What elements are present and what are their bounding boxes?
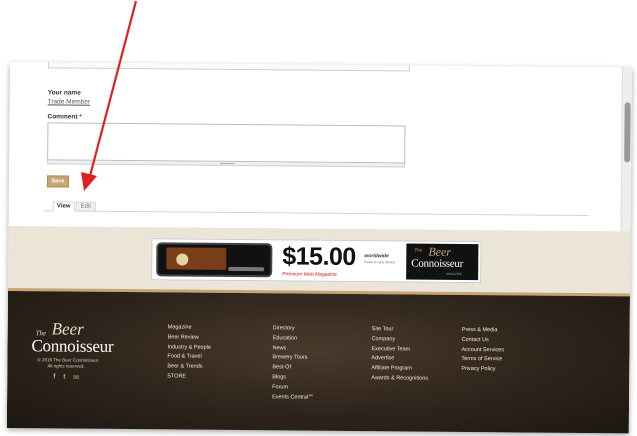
- footer-link[interactable]: Blogs: [272, 373, 314, 383]
- footer-column-press: Press & Media Contact Us Account Service…: [461, 326, 504, 375]
- footer-link[interactable]: Company: [372, 335, 429, 345]
- footer-link[interactable]: Terms of Service: [461, 355, 504, 365]
- footer-link[interactable]: Best-Of: [272, 363, 314, 373]
- ad-logo-magazine: MAGAZINE: [446, 271, 462, 276]
- tab-edit[interactable]: Edit: [75, 201, 96, 212]
- copyright-line-2: All rights reserved.: [47, 363, 85, 369]
- comment-textarea[interactable]: [47, 122, 406, 164]
- footer-link[interactable]: Education: [273, 334, 315, 344]
- footer-link[interactable]: Affiliate Program: [371, 364, 428, 374]
- footer-column-magazine: Magazine Beer Review Industry & People F…: [167, 323, 211, 382]
- footer-link[interactable]: Awards & Recognitions: [371, 374, 428, 384]
- tablet-control-bar: [228, 266, 265, 272]
- ad-tagline: Premium Web Magazine: [282, 271, 337, 278]
- footer-column-company: Site Tour Company Executive Team Adverti…: [371, 325, 428, 384]
- ad-logo: The Beer Connoisseur MAGAZINE: [406, 243, 479, 281]
- ad-logo-connoisseur: Connoisseur: [411, 257, 464, 270]
- save-button[interactable]: Save: [46, 175, 70, 188]
- comment-label-text: Comment: [47, 113, 78, 121]
- social-links: f t ✉: [53, 373, 103, 383]
- footer-logo-connoisseur[interactable]: Connoisseur: [31, 336, 113, 357]
- comment-label: Comment *: [47, 113, 81, 120]
- footer-link[interactable]: Events Central℠: [272, 393, 314, 403]
- footer-link[interactable]: STORE: [167, 372, 211, 382]
- footer-link[interactable]: Food & Travel: [167, 353, 211, 363]
- footer-link[interactable]: Privacy Policy: [461, 365, 504, 375]
- ad-price: $15.00: [282, 242, 356, 272]
- ad-logo-the: The: [414, 247, 423, 253]
- scroll-thumb[interactable]: [624, 102, 631, 163]
- footer-link[interactable]: Beer Review: [168, 333, 212, 343]
- twitter-icon[interactable]: t: [63, 373, 65, 380]
- facebook-icon[interactable]: f: [53, 373, 55, 380]
- footer-link[interactable]: News: [272, 344, 314, 354]
- footer-link[interactable]: Industry & People: [167, 343, 211, 353]
- tab-view[interactable]: View: [52, 201, 75, 212]
- footer-link[interactable]: Beer & Trends: [167, 363, 211, 373]
- site-footer: The Beer Connoisseur © 2016 The Beer Con…: [6, 290, 630, 434]
- footer-link[interactable]: Magazine: [168, 323, 212, 333]
- footer-link[interactable]: Site Tour: [372, 325, 429, 335]
- footer-link[interactable]: Press & Media: [462, 326, 505, 336]
- footer-link[interactable]: Contact Us: [462, 336, 505, 346]
- tabs-divider: [43, 210, 589, 217]
- copyright-line-1: © 2016 The Beer Connoisseur.: [37, 357, 100, 363]
- footer-link[interactable]: Advertise: [371, 355, 428, 365]
- footer-link[interactable]: Brewery Tours: [272, 354, 314, 364]
- name-label: Your name: [47, 89, 81, 97]
- footer-link[interactable]: Account Services: [461, 346, 504, 356]
- required-marker: *: [79, 113, 82, 121]
- scrollbar[interactable]: [620, 67, 632, 238]
- tablet-image: [156, 242, 273, 278]
- footer-link[interactable]: Forum: [272, 383, 314, 393]
- name-value-link[interactable]: Trade Member: [48, 98, 90, 105]
- footer-column-directory: Directory Education News Brewery Tours B…: [272, 324, 314, 403]
- previous-field-edge: [47, 62, 410, 72]
- advertisement-banner[interactable]: $15.00 Premium Web Magazine worldwide Re…: [151, 238, 482, 284]
- footer-link[interactable]: Directory: [273, 324, 315, 334]
- ad-worldwide-sub: Read on any device: [364, 260, 396, 265]
- web-page: Your name Trade Member Comment * Save Vi…: [6, 62, 632, 434]
- email-icon[interactable]: ✉: [73, 374, 79, 382]
- tablet-screen: [166, 247, 227, 270]
- footer-link[interactable]: Executive Team: [371, 345, 428, 355]
- ad-worldwide: worldwide: [364, 253, 389, 260]
